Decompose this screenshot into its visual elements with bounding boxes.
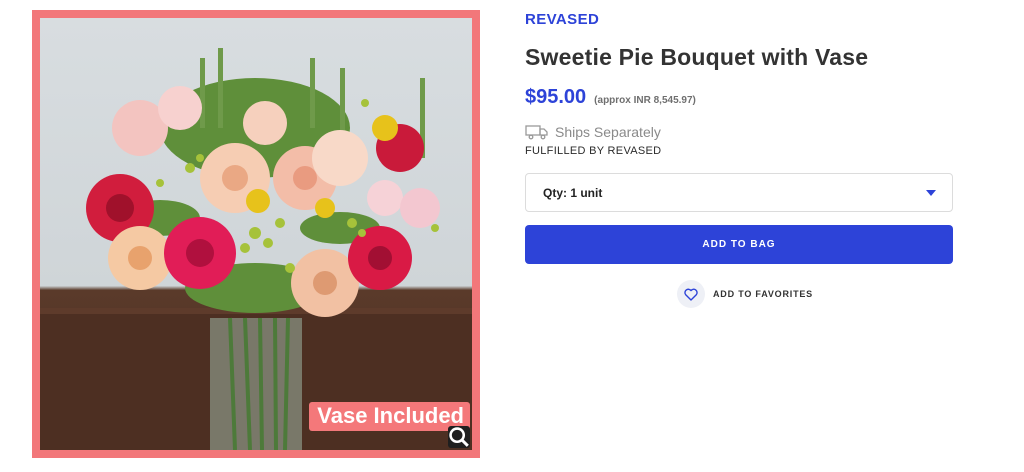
zoom-icon — [449, 427, 469, 447]
vase-included-badge: Vase Included — [309, 402, 470, 431]
price: $95.00 — [525, 86, 587, 108]
add-to-favorites-label: ADD TO FAVORITES — [713, 289, 813, 299]
add-to-bag-button[interactable]: ADD TO BAG — [525, 225, 953, 264]
product-title: Sweetie Pie Bouquet with Vase — [525, 44, 869, 70]
price-row: $95.00 (approx INR 8,545.97) — [525, 86, 696, 109]
product-image-frame: Vase Included — [32, 10, 480, 458]
brand-link[interactable]: REVASED — [525, 11, 599, 28]
chevron-down-icon — [926, 190, 936, 196]
truck-icon — [525, 125, 548, 140]
zoom-button[interactable] — [448, 426, 470, 448]
product-image[interactable]: Vase Included — [40, 18, 472, 450]
bouquet-illustration — [40, 48, 472, 450]
add-to-favorites-button[interactable]: ADD TO FAVORITES — [677, 280, 813, 308]
fulfilled-by: FULFILLED BY REVASED — [525, 145, 662, 157]
approx-price: (approx INR 8,545.97) — [594, 95, 696, 106]
favorite-circle — [677, 280, 705, 308]
heart-icon — [684, 288, 698, 301]
ships-separately-text: Ships Separately — [555, 124, 661, 140]
quantity-select[interactable]: Qty: 1 unit — [525, 173, 953, 212]
shipping-info: Ships Separately — [525, 124, 661, 140]
quantity-value: Qty: 1 unit — [543, 185, 603, 200]
